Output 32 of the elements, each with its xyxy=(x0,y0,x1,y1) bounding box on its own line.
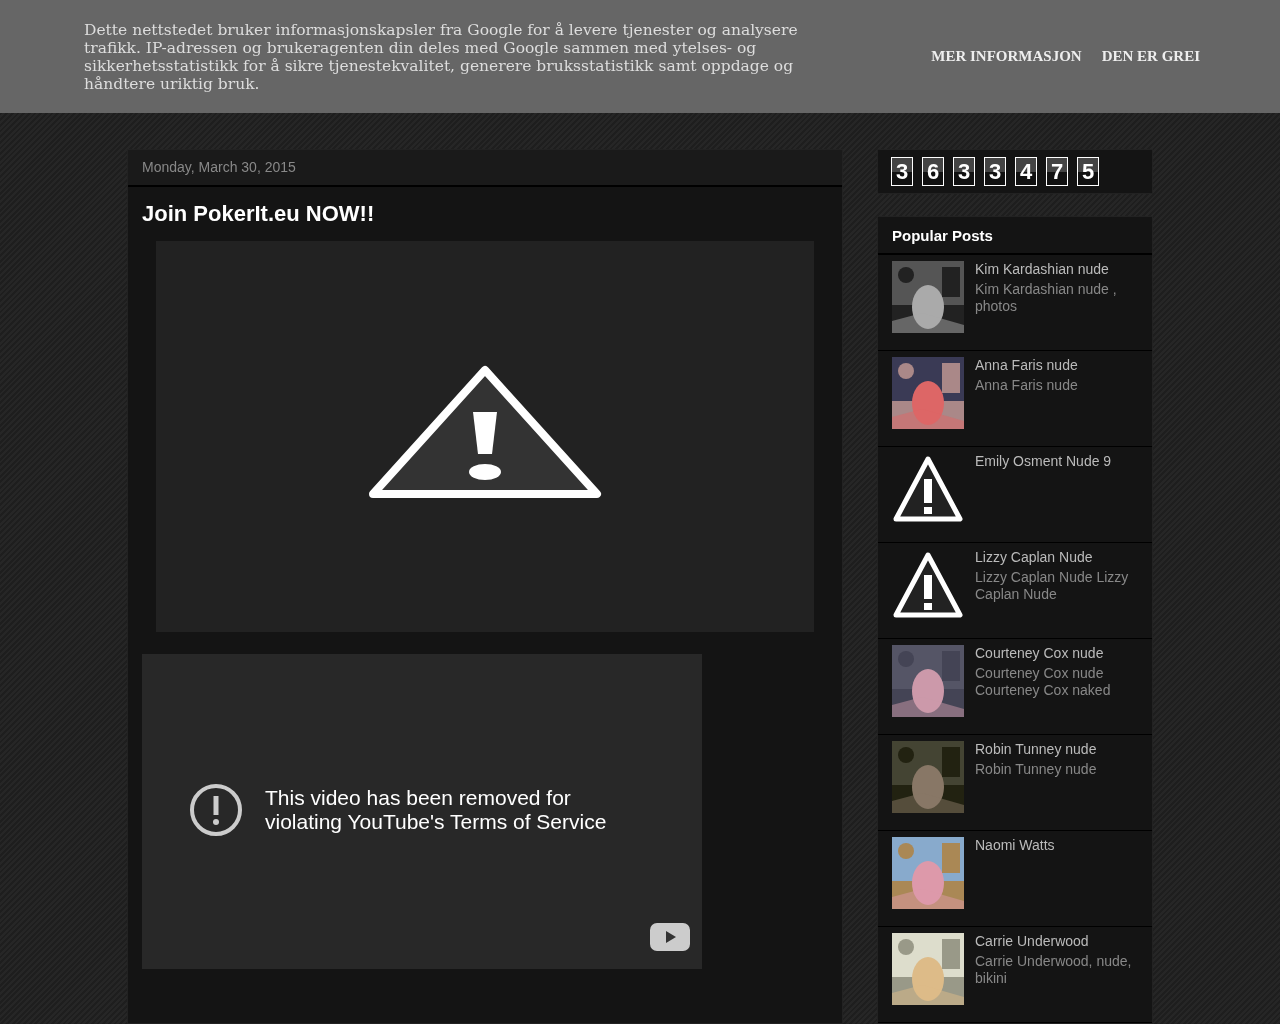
counter-digit: 7 xyxy=(1046,157,1068,186)
cookie-link[interactable]: DEN ER GREI xyxy=(1101,48,1200,65)
alert-icon xyxy=(189,782,243,837)
counter-digit: 3 xyxy=(891,157,913,186)
counter-digit: 3 xyxy=(984,157,1006,186)
warning-icon xyxy=(892,549,964,621)
counter-digit: 3 xyxy=(953,157,975,186)
post-snippet: Lizzy Caplan Nude Lizzy Caplan Nude xyxy=(975,569,1130,603)
widget-title: Popular Posts xyxy=(878,217,1152,255)
post-link[interactable]: Emily Osment Nude 9 xyxy=(975,453,1112,469)
post-snippet: Courteney Cox nude Courteney Cox naked xyxy=(975,665,1112,699)
post-date: Monday, March 30, 2015 xyxy=(128,150,842,187)
post-link[interactable]: Courteney Cox nude xyxy=(975,645,1138,661)
post-link[interactable]: Robin Tunney nude xyxy=(975,741,1097,757)
post-snippet: Anna Faris nude xyxy=(975,377,1078,394)
warning-icon xyxy=(892,453,964,525)
post-link[interactable]: Naomi Watts xyxy=(975,837,1055,853)
counter-digit: 4 xyxy=(1015,157,1037,186)
post-link[interactable]: Carrie Underwood xyxy=(975,933,1138,949)
post-snippet: Robin Tunney nude xyxy=(975,761,1097,778)
cookie-link[interactable]: MER INFORMASJON xyxy=(931,48,1082,65)
video-removed-message: This video has been removed for violating YouTube's Terms of Service xyxy=(265,785,608,834)
counter-digit: 6 xyxy=(922,157,944,186)
counter-digit: 5 xyxy=(1077,157,1099,186)
post-link[interactable]: Kim Kardashian nude xyxy=(975,261,1138,277)
post-link[interactable]: Lizzy Caplan Nude xyxy=(975,549,1138,565)
cookie-message: Dette nettstedet bruker informasjonskapsler fra Google for å levere tjenester og analysere trafikk. IP-adressen og brukeragenten din deles med Google sammen med ytelses- og sikkerhetsstatistikk for å sikre tjenestekvalitet, generere bruksstatistikk samt oppdage og håndtere uriktig bruk. xyxy=(84,20,799,93)
post-snippet: Kim Kardashian nude , photos xyxy=(975,281,1118,315)
post-snippet: Carrie Underwood, nude, bikini xyxy=(975,953,1133,987)
post-link[interactable]: Anna Faris nude xyxy=(975,357,1078,373)
post-title: Join PokerIt.eu NOW!! xyxy=(142,201,376,227)
play-icon[interactable] xyxy=(650,923,690,951)
